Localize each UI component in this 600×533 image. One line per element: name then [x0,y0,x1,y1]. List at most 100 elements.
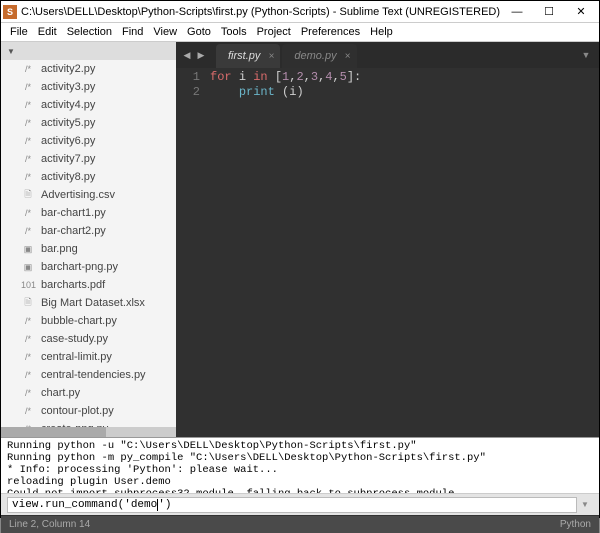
file-type-icon: /* [21,370,35,380]
tab-label: demo.py [294,50,336,62]
menu-file[interactable]: File [5,26,33,38]
app-icon: S [3,5,17,19]
file-item[interactable]: /* activity4.py [1,96,176,114]
menu-tools[interactable]: Tools [216,26,252,38]
file-type-icon: /* [21,136,35,146]
tab-first-py[interactable]: first.py × [216,44,280,68]
file-type-icon: /* [21,64,35,74]
build-output-panel[interactable]: Running python -u "C:\Users\DELL\Desktop… [1,437,599,493]
file-item[interactable]: /* contour-plot.py [1,402,176,420]
file-item[interactable]: /* bar-chart1.py [1,204,176,222]
file-type-icon: /* [21,226,35,236]
sidebar: ▼ /*activity2.py/*activity3.py/*activity… [1,42,176,437]
file-type-icon: /* [21,82,35,92]
menu-edit[interactable]: Edit [33,26,62,38]
file-item[interactable]: /* central-limit.py [1,348,176,366]
file-type-icon: /* [21,208,35,218]
file-item[interactable]: ▣barchart-png.py [1,258,176,276]
file-name: activity4.py [41,99,95,111]
file-name: central-limit.py [41,351,112,363]
file-name: case-study.py [41,333,108,345]
file-item[interactable]: /* activity7.py [1,150,176,168]
command-text-before: view.run_command('dem [12,499,151,511]
file-item[interactable]: /*create-png.py [1,420,176,427]
command-input[interactable]: view.run_command('demo') [7,497,577,513]
maximize-button[interactable]: ☐ [533,2,565,22]
file-name: activity5.py [41,117,95,129]
file-item[interactable]: 🗎 Big Mart Dataset.xlsx [1,294,176,312]
nav-back-icon[interactable]: ◀ [180,48,194,62]
code-content[interactable]: for i in [1,2,3,4,5]: print (i) [206,68,599,437]
file-item[interactable]: 101 barcharts.pdf [1,276,176,294]
file-type-icon: /* [21,154,35,164]
file-name: chart.py [41,387,80,399]
file-type-icon: /* [21,388,35,398]
status-cursor-position: Line 2, Column 14 [9,519,90,530]
command-input-row: view.run_command('demo') ▼ [1,493,599,515]
tab-overflow-icon[interactable]: ▼ [577,46,595,64]
status-syntax[interactable]: Python [560,519,591,530]
file-type-icon: 101 [21,280,35,290]
chevron-down-icon: ▼ [7,47,15,56]
file-name: bar-chart1.py [41,207,106,219]
file-type-icon: /* [21,352,35,362]
file-type-icon: /* [21,172,35,182]
menu-help[interactable]: Help [365,26,398,38]
file-name: bubble-chart.py [41,315,117,327]
file-item[interactable]: /* case-study.py [1,330,176,348]
tab-close-icon[interactable]: × [345,51,351,62]
menu-find[interactable]: Find [117,26,148,38]
file-item[interactable]: /* central-tendencies.py [1,366,176,384]
file-type-icon: ▣ [21,244,35,255]
file-name: activity2.py [41,63,95,75]
folder-header[interactable]: ▼ [1,42,176,60]
title-bar: S C:\Users\DELL\Desktop\Python-Scripts\f… [1,1,599,23]
file-name: activity8.py [41,171,95,183]
code-editor[interactable]: 12 for i in [1,2,3,4,5]: print (i) [176,68,599,437]
file-type-icon: /* [21,100,35,110]
file-type-icon: /* [21,316,35,326]
file-type-icon: 🗎 [21,187,35,203]
file-item[interactable]: /*activity5.py [1,114,176,132]
file-list: /* activity2.py /* activity3.py /* activity4.… [1,60,176,427]
file-item[interactable]: /* activity3.py [1,78,176,96]
menu-view[interactable]: View [148,26,182,38]
file-name: activity7.py [41,153,95,165]
file-name: bar.png [41,243,78,255]
file-name: barcharts.pdf [41,279,105,291]
file-name: contour-plot.py [41,405,114,417]
tab-close-icon[interactable]: × [269,51,275,62]
window-title: C:\Users\DELL\Desktop\Python-Scripts\fir… [21,6,501,18]
menu-project[interactable]: Project [252,26,296,38]
file-item[interactable]: /* activity2.py [1,60,176,78]
file-item[interactable]: /* bar-chart2.py [1,222,176,240]
file-type-icon: /* [21,334,35,344]
file-item[interactable]: ▣ bar.png [1,240,176,258]
file-name: barchart-png.py [41,261,118,273]
file-name: central-tendencies.py [41,369,146,381]
menu-preferences[interactable]: Preferences [296,26,365,38]
file-item[interactable]: /* chart.py [1,384,176,402]
file-name: Big Mart Dataset.xlsx [41,297,145,309]
file-name: activity6.py [41,135,95,147]
command-history-icon[interactable]: ▼ [577,497,593,512]
close-button[interactable]: ✕ [565,2,597,22]
file-name: activity3.py [41,81,95,93]
tab-demo-py[interactable]: demo.py × [282,44,356,68]
file-item[interactable]: 🗎 Advertising.csv [1,186,176,204]
file-name: Advertising.csv [41,189,115,201]
minimize-button[interactable]: — [501,2,533,22]
tab-label: first.py [228,50,260,62]
nav-forward-icon[interactable]: ▶ [194,48,208,62]
file-item[interactable]: /* bubble-chart.py [1,312,176,330]
menu-selection[interactable]: Selection [62,26,117,38]
file-type-icon: 🗎 [21,295,35,311]
file-type-icon: /* [21,406,35,416]
file-name: bar-chart2.py [41,225,106,237]
file-item[interactable]: /* activity8.py [1,168,176,186]
line-gutter: 12 [176,68,206,437]
sidebar-scrollbar[interactable] [1,427,176,437]
file-item[interactable]: /* activity6.py [1,132,176,150]
command-text-after: ') [158,499,171,511]
menu-goto[interactable]: Goto [182,26,216,38]
